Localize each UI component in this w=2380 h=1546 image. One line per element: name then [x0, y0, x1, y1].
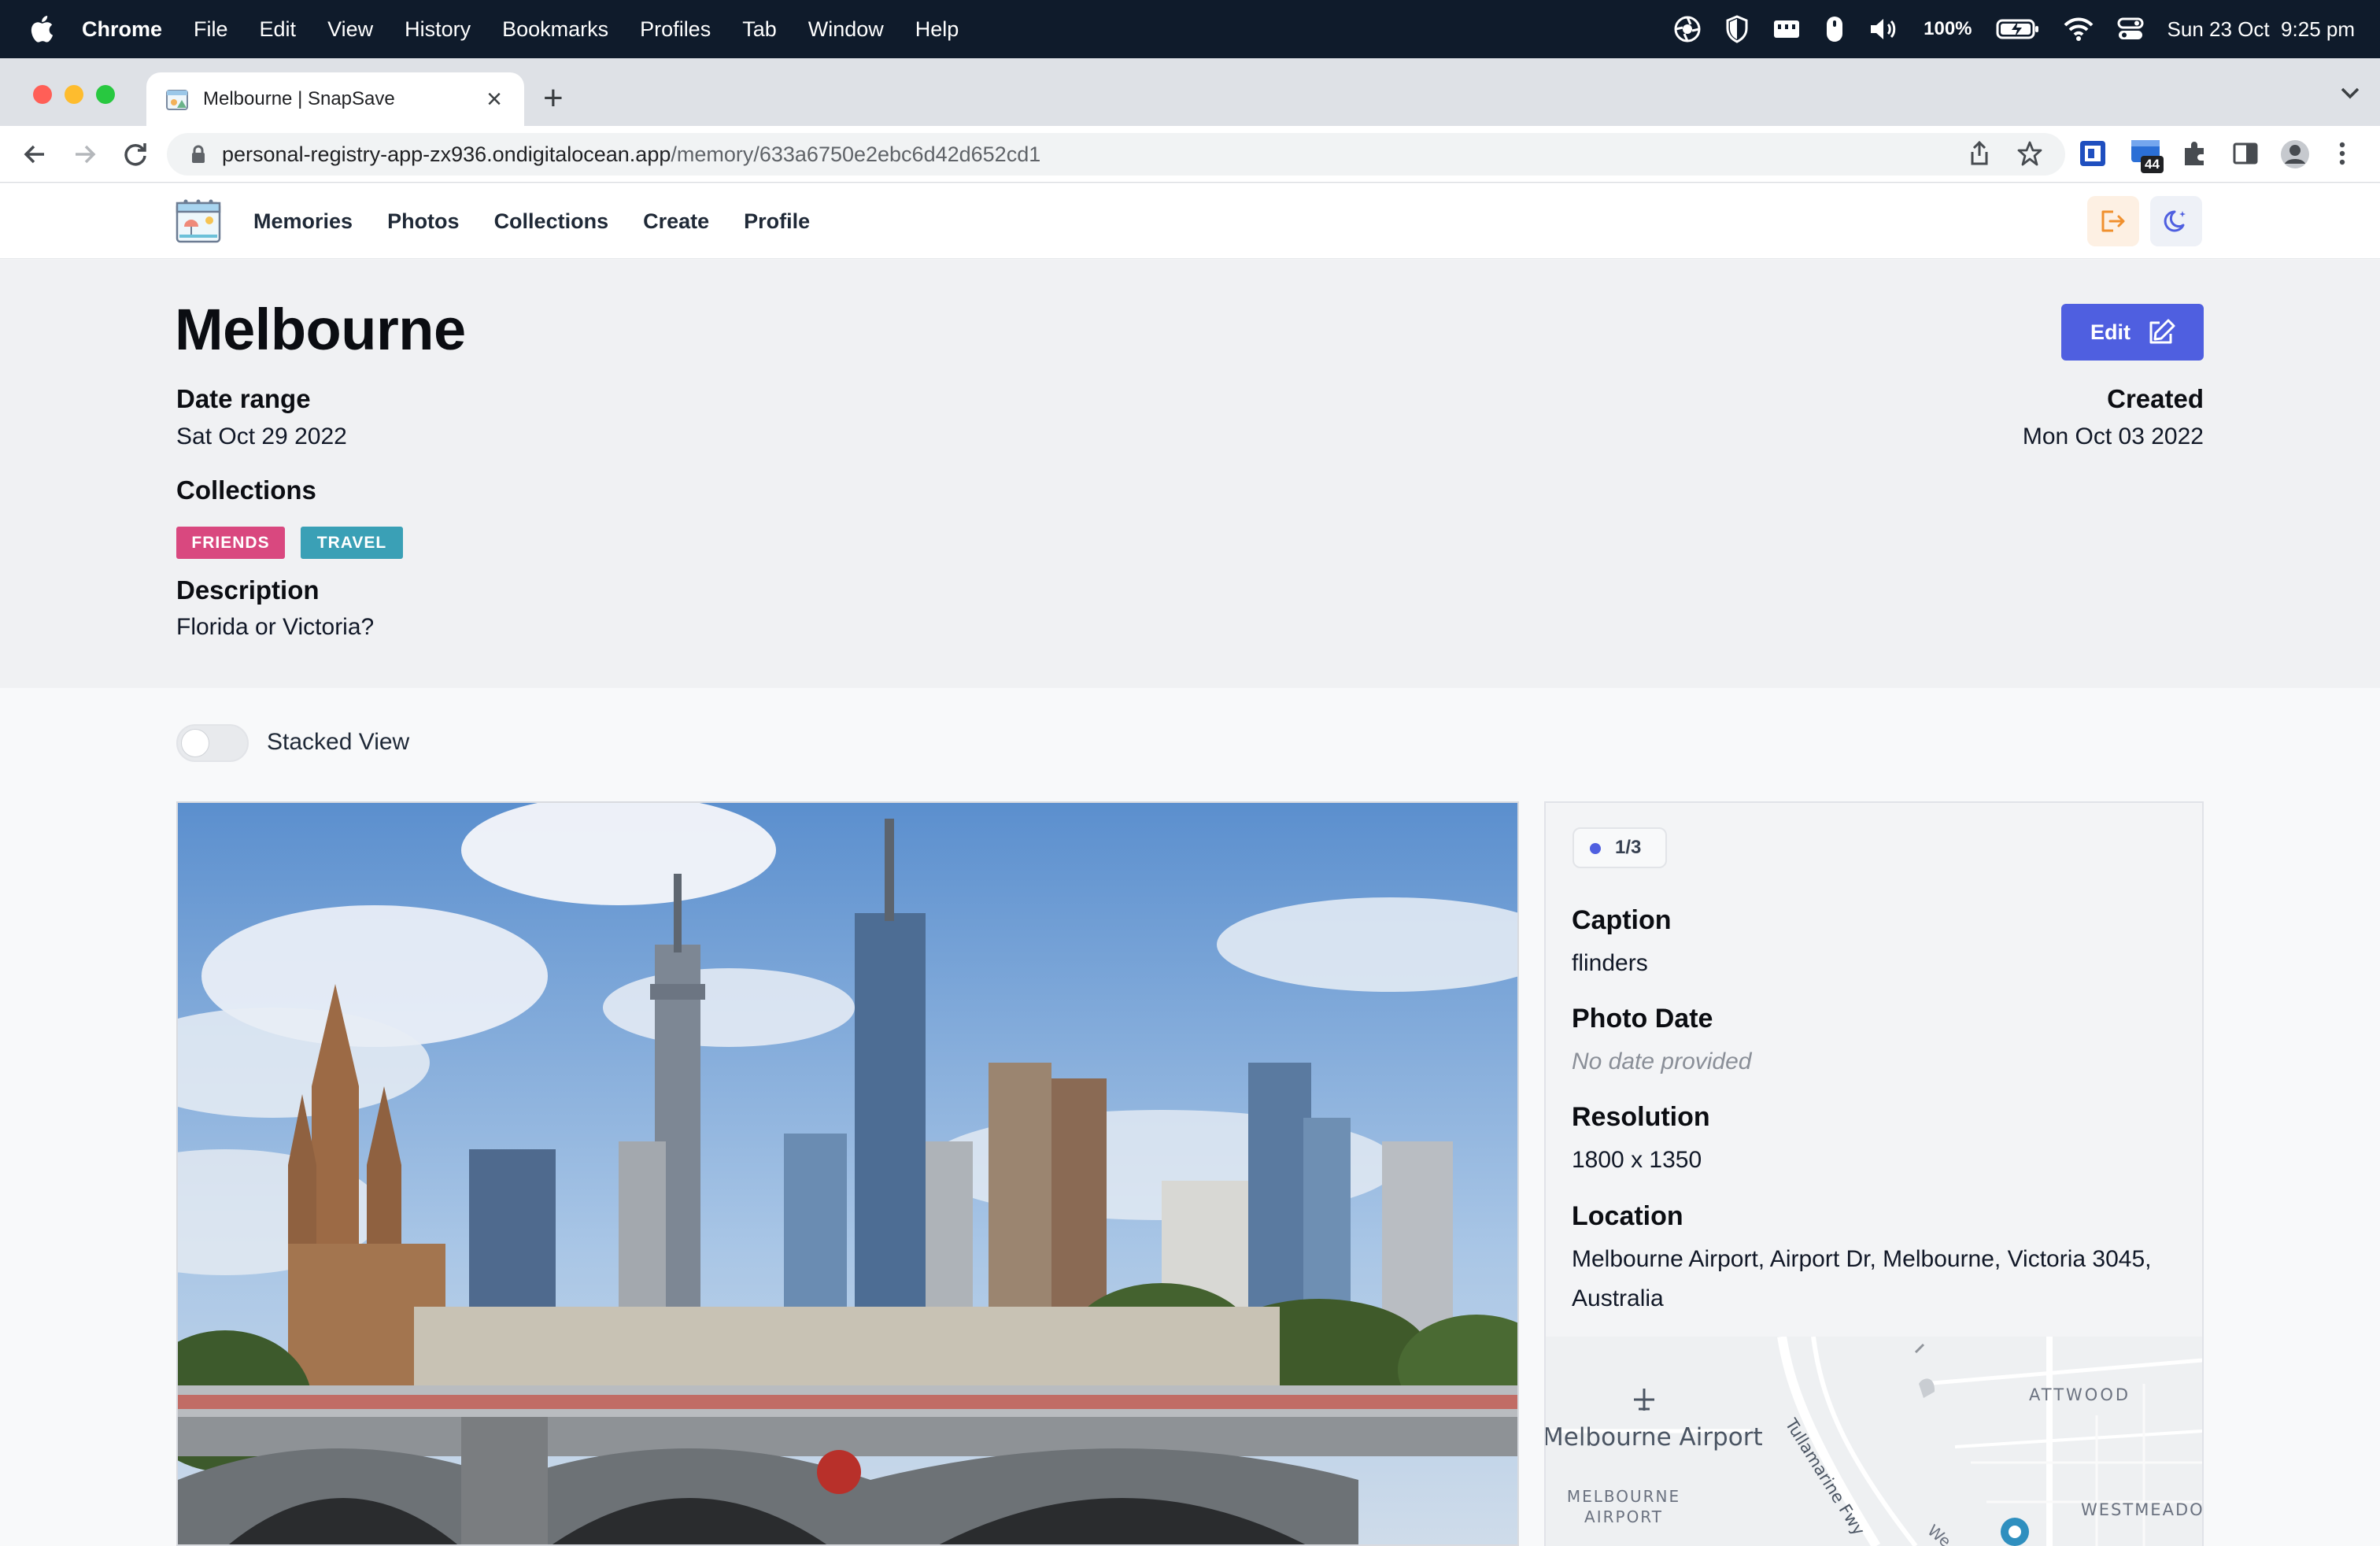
reload-icon[interactable] — [120, 139, 151, 170]
aperture-icon[interactable] — [1673, 15, 1702, 43]
nav-create[interactable]: Create — [643, 209, 709, 234]
forward-arrow-icon[interactable] — [69, 139, 101, 170]
photo-date-value: No date provided — [1572, 1049, 1752, 1074]
battery-percent: 100% — [1924, 18, 1972, 39]
share-icon[interactable] — [1968, 140, 1991, 167]
puzzle-extensions-icon[interactable] — [2180, 139, 2210, 168]
menu-bookmarks[interactable]: Bookmarks — [502, 17, 608, 42]
description-value: Florida or Victoria? — [176, 614, 375, 640]
menu-window[interactable]: Window — [808, 17, 884, 42]
tab-title: Melbourne | SnapSave — [203, 88, 395, 109]
tab-close-icon[interactable]: × — [480, 85, 508, 113]
menu-app-name[interactable]: Chrome — [82, 17, 162, 42]
description-label: Description — [176, 575, 320, 605]
control-center-icon[interactable] — [2117, 17, 2144, 41]
menu-edit[interactable]: Edit — [260, 17, 297, 42]
photo-counter-badge: 1/3 — [1572, 827, 1667, 868]
collection-tag-travel[interactable]: TRAVEL — [301, 527, 403, 559]
location-label: Location — [1572, 1201, 1683, 1231]
location-value: Melbourne Airport, Airport Dr, Melbourne… — [1572, 1246, 2152, 1311]
nav-profile[interactable]: Profile — [744, 209, 810, 234]
photo-date-label: Photo Date — [1572, 1004, 1713, 1034]
counter-dot-icon — [1590, 843, 1601, 854]
macos-menubar: Chrome File Edit View History Bookmarks … — [0, 0, 2380, 58]
menu-tab[interactable]: Tab — [742, 17, 777, 42]
address-bar[interactable]: personal-registry-app-zx936.ondigitaloce… — [167, 133, 2065, 176]
mouse-icon[interactable] — [1824, 15, 1845, 43]
shield-icon[interactable] — [1725, 15, 1749, 43]
location-map[interactable]: Melbourne Airport MELBOURNE AIRPORT ATTW… — [1546, 1337, 2202, 1546]
snapsave-favicon-icon — [166, 90, 188, 110]
stacked-view-toggle[interactable] — [176, 724, 249, 762]
created-value: Mon Oct 03 2022 — [2022, 423, 2204, 449]
resolution-value: 1800 x 1350 — [1572, 1147, 1702, 1173]
extension-badge-count: 44 — [2141, 156, 2164, 173]
tab-search-chevron-icon[interactable] — [2339, 85, 2361, 101]
theme-toggle-button[interactable] — [2150, 196, 2202, 246]
page-title: Melbourne — [175, 297, 466, 362]
window-minimize-button[interactable] — [65, 85, 83, 104]
window-zoom-button[interactable] — [96, 85, 115, 104]
app-nav-links: Memories Photos Collections Create Profi… — [253, 183, 810, 259]
memory-photo[interactable] — [176, 801, 1519, 1546]
profile-avatar-icon[interactable] — [2279, 139, 2311, 170]
back-arrow-icon[interactable] — [19, 139, 50, 170]
map-label-westmeadows: WESTMEADO — [2081, 1500, 2202, 1519]
menu-file[interactable]: File — [194, 17, 228, 42]
menu-history[interactable]: History — [405, 17, 471, 42]
new-tab-button[interactable]: + — [543, 79, 564, 118]
bookmark-star-icon[interactable] — [2016, 140, 2043, 167]
caption-value: flinders — [1572, 950, 1648, 976]
collection-tag-friends[interactable]: FRIENDS — [176, 527, 285, 559]
map-label-attwood: ATTWOOD — [2029, 1385, 2131, 1404]
photo-skyline-illustration — [178, 803, 1517, 1544]
browser-tab-active[interactable]: Melbourne | SnapSave × — [146, 72, 524, 126]
collections-label: Collections — [176, 475, 316, 505]
resolution-label: Resolution — [1572, 1102, 1710, 1132]
lock-icon[interactable] — [190, 145, 206, 164]
map-label-airport-area: MELBOURNE AIRPORT — [1566, 1487, 1681, 1526]
menu-help[interactable]: Help — [915, 17, 959, 42]
toggle-knob — [181, 729, 209, 757]
apple-icon[interactable] — [30, 16, 54, 43]
menu-view[interactable]: View — [327, 17, 373, 42]
logout-icon — [2101, 210, 2125, 232]
wifi-icon[interactable] — [2064, 17, 2094, 41]
created-label: Created — [2107, 384, 2204, 413]
edit-button[interactable]: Edit — [2061, 304, 2204, 361]
memory-chip-icon[interactable] — [1772, 17, 1801, 41]
edit-pencil-icon — [2149, 319, 2175, 344]
snapsave-logo-icon[interactable] — [175, 198, 222, 244]
window-close-button[interactable] — [33, 85, 52, 104]
volume-icon[interactable] — [1868, 16, 1900, 43]
photo-counter: 1/3 — [1615, 837, 1642, 858]
stacked-view-label: Stacked View — [267, 729, 410, 755]
date-range-label: Date range — [176, 384, 311, 413]
nav-collections[interactable]: Collections — [494, 209, 609, 234]
logout-button[interactable] — [2087, 196, 2139, 246]
moon-icon — [2164, 210, 2186, 232]
airport-plane-icon — [1634, 1389, 1654, 1411]
chrome-menu-icon[interactable] — [2336, 139, 2349, 168]
menubar-clock[interactable]: Sun 23 Oct 9:25 pm — [2168, 17, 2355, 42]
extension-badge-icon[interactable]: 44 — [2130, 139, 2166, 175]
battery-charging-icon[interactable] — [1996, 18, 2040, 40]
caption-label: Caption — [1572, 905, 1672, 935]
map-label-airport: Melbourne Airport — [1546, 1423, 1763, 1452]
extension-blue-icon[interactable] — [2078, 139, 2108, 168]
url-host: personal-registry-app-zx936.ondigitaloce… — [222, 142, 671, 166]
nav-photos[interactable]: Photos — [387, 209, 460, 234]
menu-profiles[interactable]: Profiles — [640, 17, 711, 42]
url-path: /memory/633a6750e2ebc6d42d652cd1 — [671, 142, 1041, 166]
date-range-value: Sat Oct 29 2022 — [176, 423, 347, 449]
side-panel-icon[interactable] — [2230, 139, 2260, 168]
edit-button-label: Edit — [2090, 320, 2131, 344]
nav-memories[interactable]: Memories — [253, 209, 353, 234]
